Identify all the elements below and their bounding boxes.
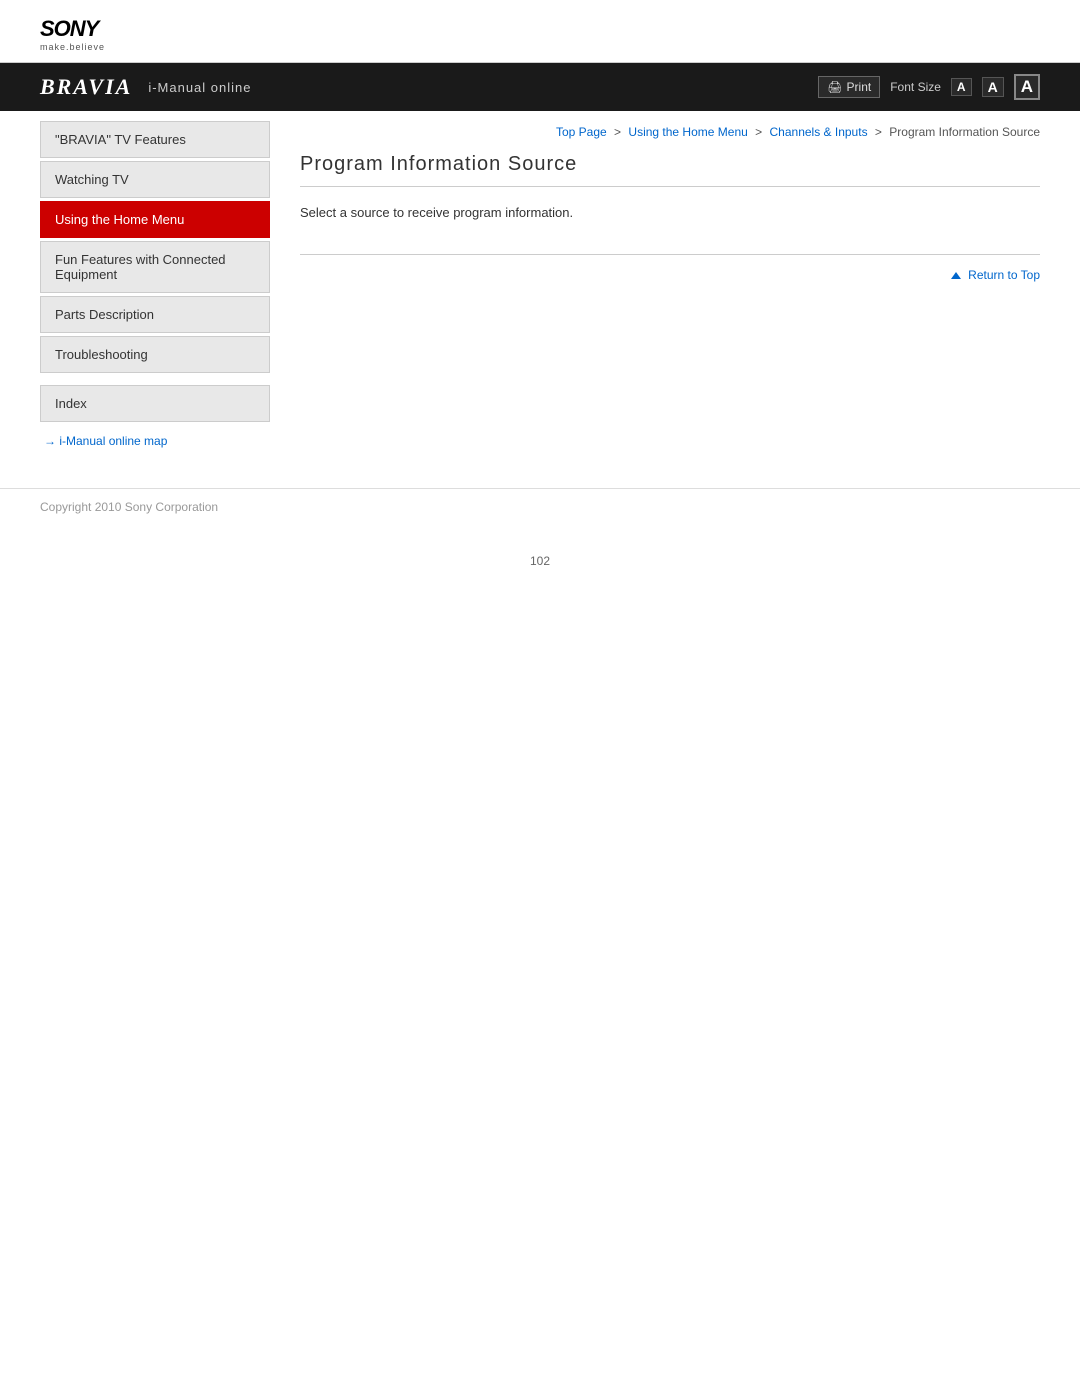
sidebar-item-watching-tv[interactable]: Watching TV	[40, 161, 270, 198]
print-button[interactable]: 🖨 Print	[818, 76, 880, 98]
imanual-online-map-link[interactable]: → i-Manual online map	[40, 434, 270, 448]
copyright-text: Copyright 2010 Sony Corporation	[40, 500, 218, 514]
bravia-bar: BRAVIA i-Manual online 🖨 Print Font Size…	[0, 63, 1080, 111]
content-area: Top Page > Using the Home Menu > Channel…	[300, 121, 1040, 448]
bravia-logo: BRAVIA	[40, 74, 132, 100]
content-description: Select a source to receive program infor…	[300, 203, 1040, 224]
breadcrumb: Top Page > Using the Home Menu > Channel…	[300, 125, 1040, 139]
breadcrumb-separator-2: >	[755, 125, 762, 139]
breadcrumb-top-page[interactable]: Top Page	[556, 125, 607, 139]
sidebar-item-parts-description[interactable]: Parts Description	[40, 296, 270, 333]
font-size-small-button[interactable]: A	[951, 78, 972, 96]
page-number: 102	[0, 554, 1080, 568]
sidebar-item-fun-features[interactable]: Fun Features with Connected Equipment	[40, 241, 270, 293]
top-bar: SONY make.believe	[0, 0, 1080, 63]
sony-logo: SONY make.believe	[40, 18, 1040, 52]
breadcrumb-separator-3: >	[875, 125, 882, 139]
font-size-medium-button[interactable]: A	[982, 77, 1004, 97]
font-size-large-button[interactable]: A	[1014, 74, 1040, 100]
bravia-right: 🖨 Print Font Size A A A	[818, 74, 1040, 100]
bravia-subtitle: i-Manual online	[148, 80, 251, 95]
font-size-label: Font Size	[890, 80, 941, 94]
page-title: Program Information Source	[300, 153, 1040, 187]
return-to-top-link[interactable]: Return to Top	[951, 268, 1040, 282]
bravia-left: BRAVIA i-Manual online	[40, 74, 251, 100]
breadcrumb-separator-1: >	[614, 125, 621, 139]
footer: Copyright 2010 Sony Corporation	[0, 488, 1080, 534]
sidebar: "BRAVIA" TV Features Watching TV Using t…	[40, 121, 270, 448]
sidebar-item-using-home-menu[interactable]: Using the Home Menu	[40, 201, 270, 238]
sidebar-item-index[interactable]: Index	[40, 385, 270, 422]
arrow-up-icon	[951, 272, 961, 279]
breadcrumb-using-home-menu[interactable]: Using the Home Menu	[628, 125, 747, 139]
sidebar-item-bravia-features[interactable]: "BRAVIA" TV Features	[40, 121, 270, 158]
breadcrumb-channels-inputs[interactable]: Channels & Inputs	[770, 125, 868, 139]
printer-icon: 🖨	[827, 80, 842, 94]
sidebar-item-troubleshooting[interactable]: Troubleshooting	[40, 336, 270, 373]
breadcrumb-current: Program Information Source	[889, 125, 1040, 139]
main-container: "BRAVIA" TV Features Watching TV Using t…	[0, 121, 1080, 448]
return-top-area: Return to Top	[300, 254, 1040, 283]
